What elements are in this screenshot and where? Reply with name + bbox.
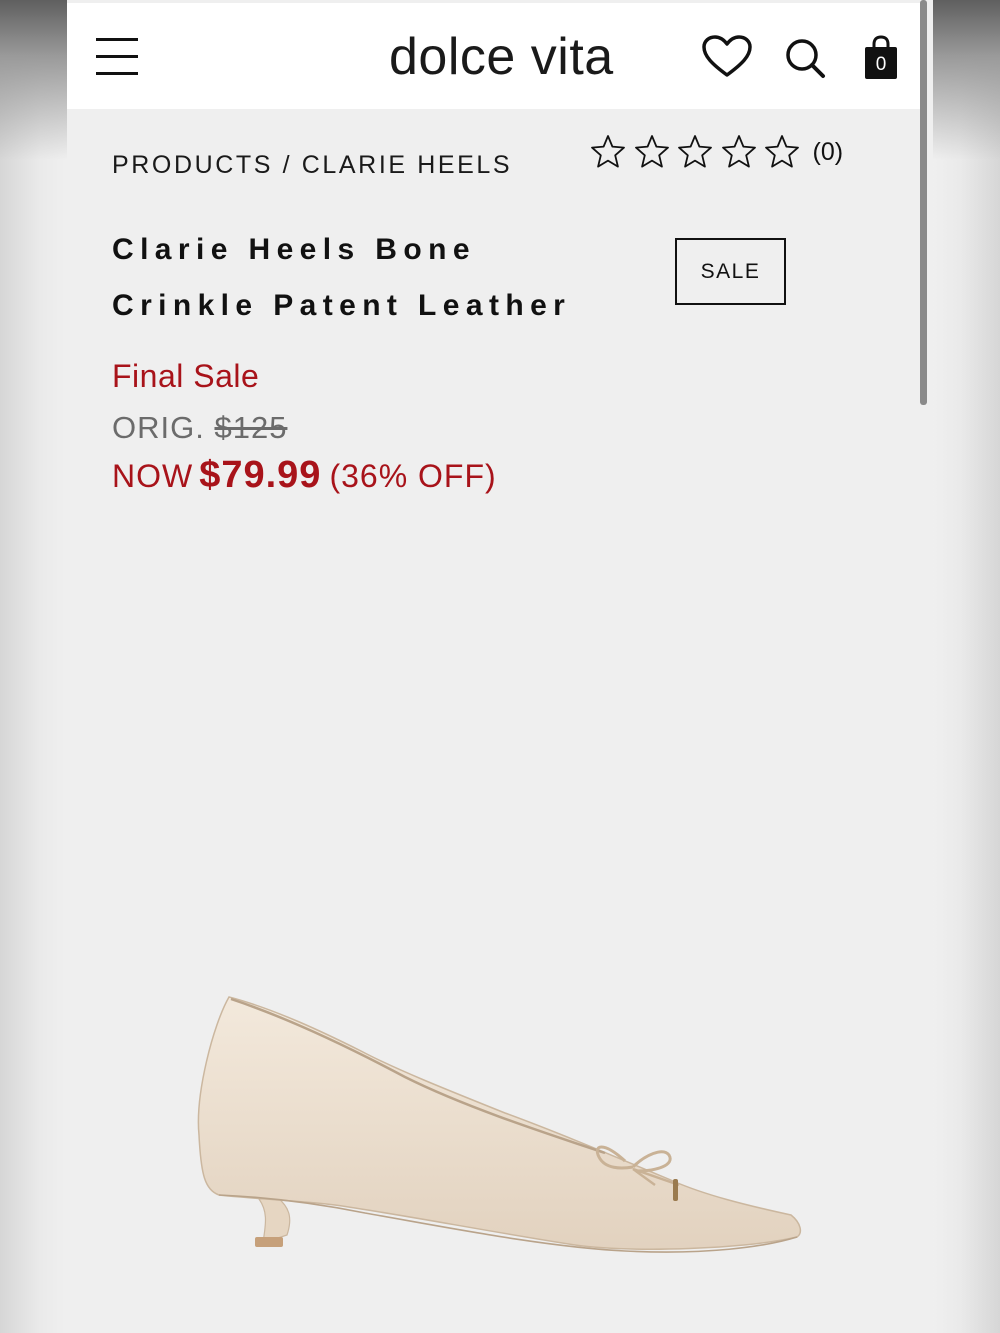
original-price: ORIG. $125	[112, 410, 287, 446]
rating-stars[interactable]: (0)	[590, 133, 843, 171]
bag-count-badge: 0	[875, 54, 887, 75]
breadcrumb-current: CLARIE HEELS	[301, 151, 513, 179]
product-title-line-1: Clarie Heels Bone	[112, 233, 476, 266]
breadcrumb-separator: /	[282, 151, 293, 179]
menu-icon[interactable]	[96, 36, 140, 78]
final-sale-label: Final Sale	[112, 358, 260, 394]
now-label: NOW	[112, 458, 194, 494]
orig-label: ORIG.	[112, 410, 205, 445]
product-image[interactable]	[185, 985, 815, 1265]
bag-icon[interactable]: 0	[864, 35, 898, 81]
product-title-line-2: Crinkle Patent Leather	[112, 289, 572, 322]
breadcrumb: PRODUCTS / CLARIE HEELS	[112, 151, 512, 180]
sale-badge: SALE	[675, 238, 786, 305]
star-icon	[634, 135, 669, 168]
star-icon	[721, 135, 756, 168]
breadcrumb-products-link[interactable]: PRODUCTS	[112, 151, 273, 179]
site-header: dolce vita 0	[67, 3, 920, 109]
scrollbar[interactable]	[920, 0, 927, 405]
sale-price: NOW $79.99 (36% OFF)	[112, 454, 497, 497]
star-icon	[678, 135, 712, 168]
star-icon	[591, 135, 625, 168]
brand-logo[interactable]: dolce vita	[389, 27, 614, 87]
search-icon[interactable]	[783, 36, 827, 80]
discount-label: (36% OFF)	[329, 458, 497, 494]
star-icon	[765, 135, 799, 168]
product-title: Clarie Heels Bone Crinkle Patent Leather	[112, 222, 632, 334]
review-count[interactable]: (0)	[813, 138, 844, 167]
orig-price-value: $125	[214, 410, 288, 445]
heart-icon[interactable]	[702, 35, 752, 79]
now-price-value: $79.99	[199, 454, 322, 496]
